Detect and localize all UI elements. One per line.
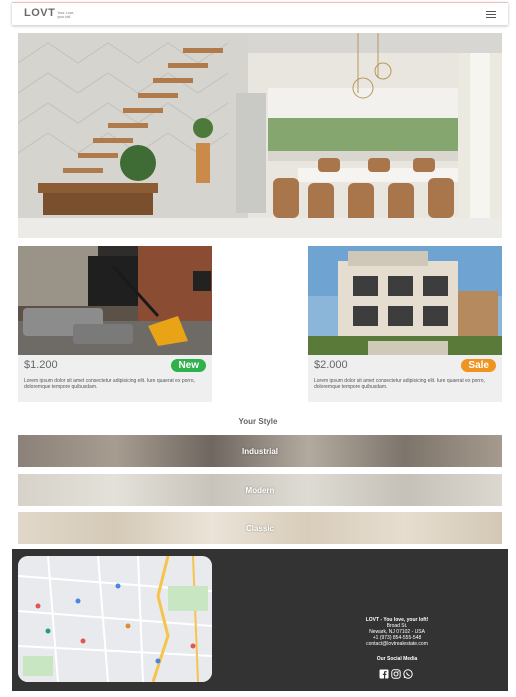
status-badge: New (171, 359, 206, 372)
instagram-icon[interactable] (391, 666, 401, 679)
street-map[interactable] (18, 556, 212, 682)
facebook-icon[interactable] (379, 666, 389, 679)
hamburger-icon[interactable] (486, 11, 496, 18)
style-label: Classic (245, 523, 275, 533)
contact-info: LOVT - You love, your loft! Broad St. Ne… (312, 617, 482, 647)
style-label: Industrial (241, 446, 278, 456)
property-card[interactable]: $1.200 New Lorem ipsum dolor sit amet co… (18, 246, 212, 402)
logo-text: LOVT (24, 7, 56, 19)
social-title: Our Social Media (376, 656, 418, 662)
style-classic[interactable]: Classic (18, 512, 502, 544)
contact-email[interactable]: contact@lovtrealestate.com (312, 641, 482, 647)
section-title: Your Style (238, 417, 278, 426)
footer: LOVT - You love, your loft! Broad St. Ne… (12, 549, 508, 691)
logo-tagline: Your Love, your loft. (57, 11, 75, 19)
whatsapp-icon[interactable] (403, 666, 413, 679)
card-price: $2.000 (314, 359, 348, 371)
logo[interactable]: LOVT Your Love, your loft. (24, 7, 79, 20)
property-card[interactable]: $2.000 Sale Lorem ipsum dolor sit amet c… (308, 246, 502, 402)
style-label: Modern (245, 485, 275, 495)
style-modern[interactable]: Modern (18, 474, 502, 506)
loft-living-room-image[interactable] (18, 246, 212, 355)
top-navbar: LOVT Your Love, your loft. (12, 2, 508, 25)
style-industrial[interactable]: Industrial (18, 435, 502, 467)
status-badge: Sale (461, 359, 496, 372)
card-price: $1.200 (24, 359, 58, 371)
social-icons (379, 666, 413, 679)
hero-image (18, 33, 502, 238)
card-description: Lorem ipsum dolor sit amet consectetur a… (314, 378, 485, 390)
modern-house-exterior-image[interactable] (308, 246, 502, 355)
card-description: Lorem ipsum dolor sit amet consectetur a… (24, 378, 195, 390)
